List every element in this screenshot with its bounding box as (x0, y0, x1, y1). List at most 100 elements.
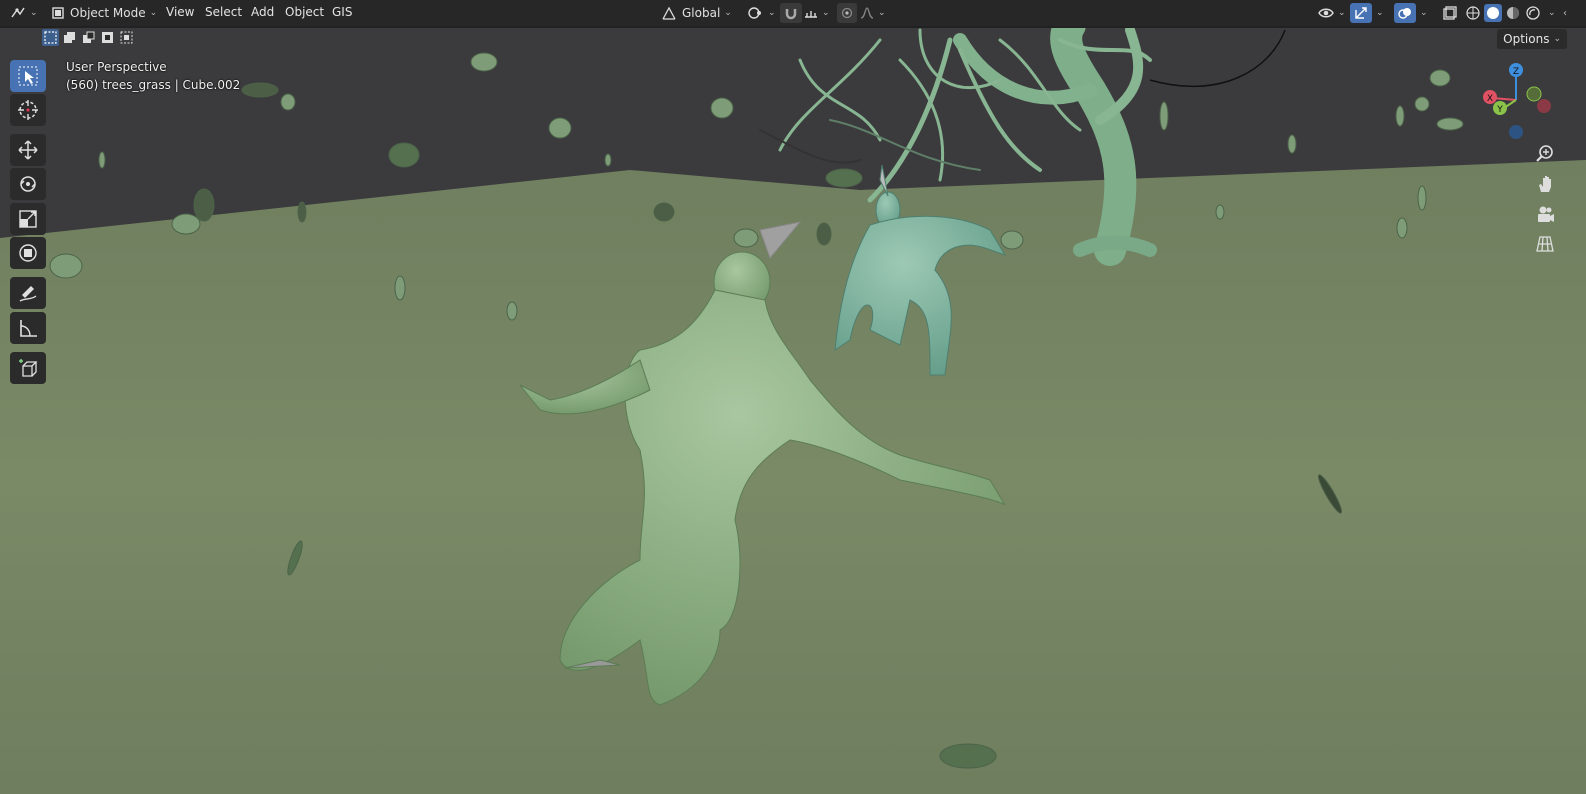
zoom-button[interactable] (1531, 140, 1559, 168)
gizmo-x-label: X (1487, 94, 1493, 104)
chevron-down-icon: ⌄ (822, 8, 830, 18)
chevron-down-icon: ⌄ (768, 8, 776, 18)
select-extend-button[interactable] (61, 29, 78, 46)
options-label: Options (1503, 32, 1550, 46)
overlays-group: ⌄ (1394, 3, 1434, 23)
object-info: (560) trees_grass | Cube.002 (66, 78, 241, 92)
chevron-down-icon: ⌄ (1338, 8, 1346, 18)
solid-shading-button[interactable] (1484, 4, 1502, 22)
move-tool[interactable] (10, 134, 46, 166)
add-cube-icon (19, 359, 38, 377)
falloff-dropdown[interactable]: ⌄ (860, 3, 886, 23)
ortho-toggle-button[interactable] (1531, 230, 1559, 258)
xray-icon (1443, 6, 1457, 20)
select-intersect-button[interactable] (118, 29, 135, 46)
measure-icon (20, 320, 37, 337)
proportional-edit-icon (841, 7, 853, 19)
transform-icon (19, 244, 37, 262)
cursor-icon (18, 100, 38, 120)
menu-view[interactable]: View (166, 5, 194, 19)
chevron-down-icon[interactable]: ⌄ (1376, 8, 1384, 18)
select-intersect-icon (120, 31, 133, 44)
rendered-shading-button[interactable] (1524, 4, 1542, 22)
viewport-header: ⌄ Object Mode ⌄ View Select Add Object G… (0, 0, 1586, 26)
xray-toggle[interactable] (1440, 3, 1460, 23)
overlays-icon (1398, 8, 1411, 19)
ground-plane (0, 160, 1586, 794)
add-cube-tool[interactable] (10, 352, 46, 384)
select-box-tool[interactable] (10, 60, 46, 92)
orientation-dropdown[interactable]: Global ⌄ (662, 3, 738, 23)
gizmo-neg-z (1509, 125, 1523, 139)
overlays-toggle[interactable] (1394, 3, 1416, 23)
menu-gis[interactable]: GIS (332, 5, 352, 19)
object-mode-icon (52, 7, 64, 19)
material-shading-button[interactable] (1504, 4, 1522, 22)
grid-view-icon (1536, 236, 1554, 252)
chevron-down-icon[interactable]: ⌄ (1420, 8, 1428, 18)
gizmo-neg-x (1537, 99, 1551, 113)
chevron-down-icon: ⌄ (149, 8, 158, 18)
transform-tool[interactable] (10, 237, 46, 269)
mode-label: Object Mode (70, 6, 146, 20)
editor-type-icon (10, 6, 26, 20)
rotate-tool[interactable] (10, 168, 46, 200)
select-subtract-button[interactable] (80, 29, 97, 46)
select-new-button[interactable] (42, 29, 59, 46)
rotate-icon (20, 176, 36, 192)
solid-sphere-icon (1487, 7, 1499, 19)
pivot-icon (748, 6, 764, 20)
shading-modes: ⌄ (1464, 3, 1556, 23)
editor-type-button[interactable]: ⌄ (10, 3, 40, 23)
gizmo-y-label: Y (1496, 105, 1503, 115)
navigation-gizmo[interactable]: X Y Z (1476, 58, 1560, 142)
orientation-icon (662, 6, 676, 20)
gizmo-group: ⌄ (1350, 3, 1388, 23)
menu-add[interactable]: Add (251, 5, 274, 19)
chevron-down-icon: ⌄ (1553, 34, 1561, 44)
camera-view-button[interactable] (1531, 200, 1559, 228)
menu-select[interactable]: Select (205, 5, 242, 19)
select-subtract-icon (83, 31, 95, 43)
pan-hand-icon (1539, 176, 1551, 192)
scene-render (0, 0, 1586, 794)
select-invert-button[interactable] (99, 29, 116, 46)
pivot-dropdown[interactable]: ⌄ (748, 3, 776, 23)
orientation-label: Global (682, 6, 721, 20)
measure-tool[interactable] (10, 312, 46, 344)
menu-object[interactable]: Object (285, 5, 324, 19)
snap-target-dropdown[interactable]: ⌄ (804, 3, 830, 23)
view-name: User Perspective (66, 60, 167, 74)
sidebar-toggle[interactable]: ‹ (1555, 3, 1575, 23)
annotate-tool[interactable] (10, 277, 46, 309)
wireframe-shading-button[interactable] (1464, 4, 1482, 22)
snap-magnet-icon (784, 6, 798, 20)
selection-mode-bar (42, 29, 135, 49)
pan-button[interactable] (1531, 170, 1559, 198)
zoom-icon (1536, 145, 1553, 162)
falloff-curve-icon (860, 7, 874, 19)
annotate-icon (19, 286, 37, 302)
cursor-tool[interactable] (10, 94, 46, 126)
select-extend-icon (64, 32, 75, 43)
proportional-edit-toggle[interactable] (837, 3, 857, 23)
chevron-down-icon: ⌄ (878, 8, 886, 18)
3d-viewport[interactable]: ⌄ Object Mode ⌄ View Select Add Object G… (0, 0, 1586, 794)
select-invert-icon (102, 32, 113, 43)
mode-dropdown[interactable]: Object Mode ⌄ (46, 3, 166, 23)
select-box-icon (18, 66, 38, 86)
scale-icon (19, 210, 37, 228)
options-dropdown[interactable]: Options ⌄ (1497, 29, 1567, 49)
rendered-sphere-icon (1526, 6, 1540, 20)
gizmo-neg-y (1526, 86, 1542, 102)
move-icon (18, 140, 38, 160)
chevron-down-icon: ⌄ (30, 8, 38, 18)
gizmo-toggle[interactable] (1350, 3, 1372, 23)
gizmo-z-label: Z (1513, 67, 1519, 77)
snap-toggle[interactable] (780, 3, 802, 23)
wireframe-sphere-icon (1466, 6, 1480, 20)
scale-tool[interactable] (10, 203, 46, 235)
chevron-left-icon: ‹ (1563, 7, 1567, 19)
eye-icon (1318, 7, 1334, 19)
visibility-dropdown[interactable]: ⌄ (1318, 3, 1348, 23)
